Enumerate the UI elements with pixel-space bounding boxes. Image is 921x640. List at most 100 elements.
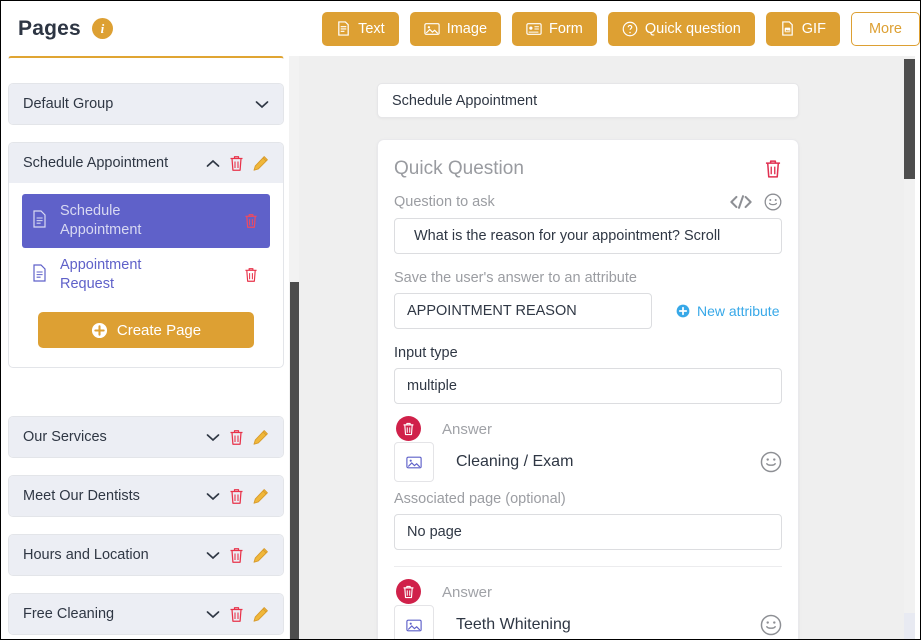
group-header-hours-and-location[interactable]: Hours and Location — [9, 535, 283, 575]
group-card-cutoff-top — [8, 56, 284, 59]
info-icon[interactable]: i — [91, 18, 113, 39]
associated-page-select[interactable]: No page — [394, 514, 782, 550]
question-label-icons — [730, 193, 782, 211]
chevron-down-icon[interactable] — [206, 433, 220, 442]
main-scrollbar-thumb[interactable] — [904, 59, 915, 179]
code-brackets-icon[interactable] — [730, 195, 752, 209]
attribute-label-text: Save the user's answer to an attribute — [394, 270, 637, 286]
add-image-label: Image — [446, 20, 488, 37]
answer-image-button[interactable] — [394, 442, 434, 482]
main-scrollbar-bottom-cap — [904, 613, 915, 639]
gif-file-icon — [781, 21, 793, 36]
chevron-down-icon[interactable] — [206, 551, 220, 560]
delete-group-button[interactable] — [229, 155, 244, 172]
group-header-our-services[interactable]: Our Services — [9, 417, 283, 457]
more-button[interactable]: More — [850, 11, 920, 46]
smiley-icon[interactable] — [760, 614, 782, 636]
page-title-block: Pages i — [18, 17, 284, 41]
edit-group-button[interactable] — [253, 547, 269, 563]
group-actions — [206, 155, 269, 172]
group-actions — [206, 488, 269, 505]
group-name: Our Services — [23, 429, 107, 445]
chevron-down-icon[interactable] — [206, 492, 220, 501]
question-to-ask-input[interactable]: What is the reason for your appointment?… — [394, 218, 782, 254]
group-header-schedule-appointment[interactable]: Schedule Appointment — [9, 143, 283, 183]
new-attribute-button[interactable]: New attribute — [676, 303, 779, 319]
question-to-ask-label: Question to ask — [394, 194, 495, 210]
associated-page-value: No page — [407, 524, 462, 540]
group-card-hours-and-location: Hours and Location — [8, 534, 284, 576]
add-quick-question-button[interactable]: Quick question — [607, 11, 755, 46]
group-card-our-services: Our Services — [8, 416, 284, 458]
document-icon — [32, 209, 47, 233]
answer-row: Cleaning / Exam — [394, 442, 782, 482]
delete-page-button[interactable] — [244, 213, 258, 229]
page-name-input[interactable]: Schedule Appointment — [377, 83, 799, 118]
group-header-meet-our-dentists[interactable]: Meet Our Dentists — [9, 476, 283, 516]
answer-header: Answer — [394, 584, 782, 601]
add-form-button[interactable]: Form — [512, 11, 597, 46]
add-text-button[interactable]: Text — [322, 11, 399, 46]
delete-group-button[interactable] — [229, 488, 244, 505]
plus-circle-icon — [676, 304, 690, 318]
answer-text[interactable]: Teeth Whitening — [456, 616, 571, 634]
attribute-value: APPOINTMENT REASON — [407, 303, 577, 319]
smiley-icon[interactable] — [760, 451, 782, 473]
trash-icon — [230, 547, 243, 563]
delete-card-button[interactable] — [764, 159, 782, 179]
attribute-input[interactable]: APPOINTMENT REASON — [394, 293, 652, 329]
associated-page-label: Associated page (optional) — [394, 491, 782, 507]
add-image-button[interactable]: Image — [409, 11, 502, 46]
chevron-down-icon[interactable] — [255, 100, 269, 109]
edit-group-button[interactable] — [253, 155, 269, 171]
image-icon — [406, 456, 422, 468]
edit-group-button[interactable] — [253, 606, 269, 622]
edit-group-button[interactable] — [253, 429, 269, 445]
image-icon — [424, 22, 440, 35]
answer-image-button[interactable] — [394, 605, 434, 639]
question-to-ask-value: What is the reason for your appointment?… — [414, 228, 721, 244]
plus-circle-icon — [91, 322, 107, 338]
page-item-appointment-request[interactable]: Appointment Request — [22, 248, 270, 302]
trash-icon — [230, 429, 243, 445]
group-header-default-group[interactable]: Default Group — [9, 84, 283, 124]
create-page-button[interactable]: Create Page — [38, 312, 254, 348]
page-item-schedule-appointment[interactable]: Schedule Appointment — [22, 194, 270, 248]
app-window: Pages i Text Image Form Quick question G… — [0, 0, 921, 640]
trash-icon — [403, 422, 414, 435]
trash-icon — [230, 155, 243, 171]
group-actions — [206, 547, 269, 564]
input-type-select[interactable]: multiple — [394, 368, 782, 404]
delete-page-button[interactable] — [244, 267, 258, 283]
text-file-icon — [338, 21, 349, 36]
chevron-down-icon[interactable] — [206, 610, 220, 619]
add-gif-button[interactable]: GIF — [765, 11, 840, 46]
group-header-free-cleaning[interactable]: Free Cleaning — [9, 594, 283, 634]
answer-text[interactable]: Cleaning / Exam — [456, 453, 573, 471]
smiley-icon[interactable] — [764, 193, 782, 211]
group-card-meet-our-dentists: Meet Our Dentists — [8, 475, 284, 517]
pages-sidebar: Default Group Schedule Appointment Sched… — [1, 56, 298, 639]
input-type-value: multiple — [407, 378, 457, 394]
trash-icon — [230, 606, 243, 622]
question-to-ask-label-row: Question to ask — [394, 193, 782, 211]
group-actions — [255, 100, 269, 109]
group-name: Schedule Appointment — [23, 155, 169, 171]
pages-sidebar-scroll: Default Group Schedule Appointment Sched… — [1, 56, 298, 639]
add-form-label: Form — [549, 20, 583, 37]
trash-icon — [245, 214, 257, 228]
edit-group-button[interactable] — [253, 488, 269, 504]
answer-row: Teeth Whitening — [394, 605, 782, 639]
group-name: Free Cleaning — [23, 606, 115, 622]
document-icon — [32, 263, 47, 287]
group-name: Default Group — [23, 96, 114, 112]
input-type-label: Input type — [394, 345, 782, 361]
delete-group-button[interactable] — [229, 429, 244, 446]
delete-group-button[interactable] — [229, 606, 244, 623]
group-name: Meet Our Dentists — [23, 488, 140, 504]
delete-answer-button[interactable] — [396, 579, 421, 604]
pencil-icon — [253, 548, 268, 563]
delete-answer-button[interactable] — [396, 416, 421, 441]
delete-group-button[interactable] — [229, 547, 244, 564]
chevron-up-icon[interactable] — [206, 159, 220, 168]
